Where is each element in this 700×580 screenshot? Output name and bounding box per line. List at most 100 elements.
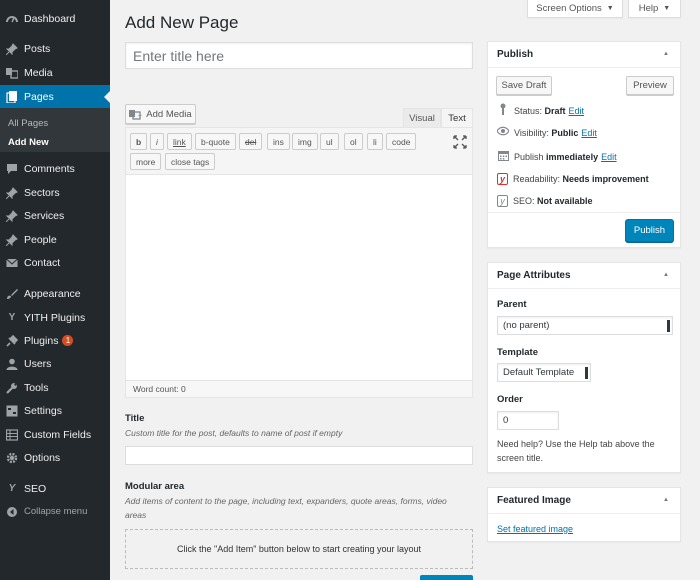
sidebar-item-custom-fields[interactable]: Custom Fields: [0, 423, 110, 446]
qt-del-button[interactable]: del: [239, 133, 263, 150]
visibility-label: Visibility:: [514, 127, 549, 138]
sidebar-item-dashboard[interactable]: Dashboard: [0, 7, 110, 30]
preview-button[interactable]: Preview: [626, 76, 674, 95]
pin-icon: [6, 186, 18, 199]
yoast-icon: Y: [8, 483, 16, 494]
collapse-arrow-icon[interactable]: ▲: [663, 497, 669, 503]
sidebar-item-label: Plugins: [24, 334, 59, 347]
qt-link-button[interactable]: link: [167, 133, 192, 150]
sidebar-item-sectors[interactable]: Sectors: [0, 181, 110, 204]
edit-publish-time-link[interactable]: Edit: [601, 152, 617, 162]
qt-italic-button[interactable]: i: [150, 133, 164, 150]
sidebar-item-users[interactable]: Users: [0, 352, 110, 375]
sidebar-item-pages[interactable]: Pages: [0, 85, 110, 108]
select-arrow-icon: [585, 367, 588, 379]
sidebar-item-settings[interactable]: Settings: [0, 399, 110, 422]
collapse-menu-button[interactable]: Collapse menu: [0, 500, 110, 523]
sidebar-item-services[interactable]: Services: [0, 204, 110, 227]
word-count: Word count: 0: [133, 384, 186, 394]
sidebar-item-label: Sectors: [24, 186, 60, 199]
modular-area-dropzone: Click the "Add Item" button below to sta…: [125, 529, 473, 569]
add-media-button[interactable]: + Add Media: [125, 104, 196, 124]
edit-status-link[interactable]: Edit: [569, 106, 585, 116]
add-item-button[interactable]: [420, 575, 473, 580]
eye-icon: [496, 126, 510, 139]
content-textarea[interactable]: [125, 174, 473, 381]
qt-li-button[interactable]: li: [367, 133, 383, 150]
title-placeholder: Enter title here: [133, 47, 225, 64]
qt-code-button[interactable]: code: [386, 133, 417, 150]
template-select-value: Default Template: [503, 367, 575, 378]
template-select[interactable]: Default Template: [497, 363, 591, 382]
order-input[interactable]: 0: [497, 411, 559, 430]
sidebar-item-seo[interactable]: Y SEO: [0, 477, 110, 500]
sidebar-item-plugins[interactable]: Plugins 1: [0, 329, 110, 352]
sidebar-item-options[interactable]: Options: [0, 446, 110, 469]
dashboard-icon: [6, 13, 18, 25]
sidebar-item-yith-plugins[interactable]: Y YITH Plugins: [0, 306, 110, 329]
template-label: Template: [497, 347, 539, 358]
plug-icon: [6, 334, 18, 347]
sidebar-item-tools[interactable]: Tools: [0, 376, 110, 399]
sidebar-item-appearance[interactable]: Appearance: [0, 282, 110, 305]
seo-score-value: Not available: [537, 196, 593, 206]
seo-title-input[interactable]: [125, 446, 473, 465]
qt-ol-button[interactable]: ol: [344, 133, 363, 150]
post-title-input[interactable]: Enter title here: [125, 42, 473, 69]
tab-visual[interactable]: Visual: [403, 108, 441, 128]
editor-statusbar: Word count: 0: [125, 380, 473, 398]
page-attributes-header[interactable]: Page Attributes ▲: [488, 263, 680, 289]
qt-ul-button[interactable]: ul: [320, 133, 339, 150]
qt-ins-button[interactable]: ins: [267, 133, 290, 150]
sidebar-item-label: Custom Fields: [24, 428, 92, 441]
fullscreen-icon[interactable]: [453, 135, 467, 149]
screen-options-button[interactable]: Screen Options ▼: [527, 0, 623, 18]
sidebar-item-label: Contact: [24, 256, 61, 269]
sidebar-item-people[interactable]: People: [0, 228, 110, 251]
order-value: 0: [503, 415, 509, 426]
sidebar-item-label: Pages: [24, 90, 54, 103]
sidebar-item-label: Settings: [24, 404, 62, 417]
edit-visibility-link[interactable]: Edit: [581, 128, 597, 138]
table-icon: [6, 428, 18, 441]
user-icon: [6, 358, 18, 370]
qt-more-button[interactable]: more: [130, 153, 162, 170]
visibility-row: Visibility: Public Edit: [496, 126, 597, 139]
plugin-update-badge: 1: [62, 335, 74, 346]
qt-close-tags-button[interactable]: close tags: [165, 153, 216, 170]
sidebar-item-media[interactable]: Media: [0, 61, 110, 84]
page-title: Add New Page: [125, 13, 239, 32]
tab-text[interactable]: Text: [441, 108, 473, 128]
collapse-arrow-icon[interactable]: ▲: [663, 51, 669, 57]
parent-select[interactable]: (no parent): [497, 316, 673, 335]
save-draft-button[interactable]: Save Draft: [496, 76, 552, 95]
featured-image-header[interactable]: Featured Image ▲: [488, 488, 680, 514]
sidebar-item-label: Appearance: [24, 287, 81, 300]
sidebar-item-comments[interactable]: Comments: [0, 157, 110, 180]
yoast-seo-icon: y: [497, 195, 508, 207]
set-featured-image-link[interactable]: Set featured image: [497, 524, 573, 534]
qt-bold-button[interactable]: b: [130, 133, 148, 150]
svg-text:+: +: [138, 113, 143, 120]
brush-icon: [6, 288, 18, 300]
sidebar-item-posts[interactable]: Posts: [0, 37, 110, 60]
sidebar-item-contact[interactable]: Contact: [0, 251, 110, 274]
publish-box-header[interactable]: Publish ▲: [488, 42, 680, 68]
sidebar-item-label: Users: [24, 357, 52, 370]
screen-options-label: Screen Options: [536, 3, 602, 14]
qt-bquote-button[interactable]: b-quote: [195, 133, 236, 150]
select-arrow-icon: [667, 320, 670, 332]
help-button[interactable]: Help ▼: [628, 0, 681, 18]
publish-button[interactable]: Publish: [625, 219, 674, 242]
submenu-add-new[interactable]: Add New: [8, 137, 49, 148]
featured-image-title: Featured Image: [497, 495, 571, 506]
yoast-readability-icon: y: [497, 173, 508, 185]
collapse-arrow-icon[interactable]: ▲: [663, 272, 669, 278]
submenu-all-pages[interactable]: All Pages: [8, 118, 48, 129]
sidebar-item-label: People: [24, 233, 57, 246]
collapse-menu-label: Collapse menu: [24, 506, 88, 517]
sidebar-item-label: Options: [24, 451, 61, 464]
qt-img-button[interactable]: img: [292, 133, 318, 150]
publish-divider: [488, 212, 680, 213]
sidebar-item-label: Services: [24, 209, 65, 222]
